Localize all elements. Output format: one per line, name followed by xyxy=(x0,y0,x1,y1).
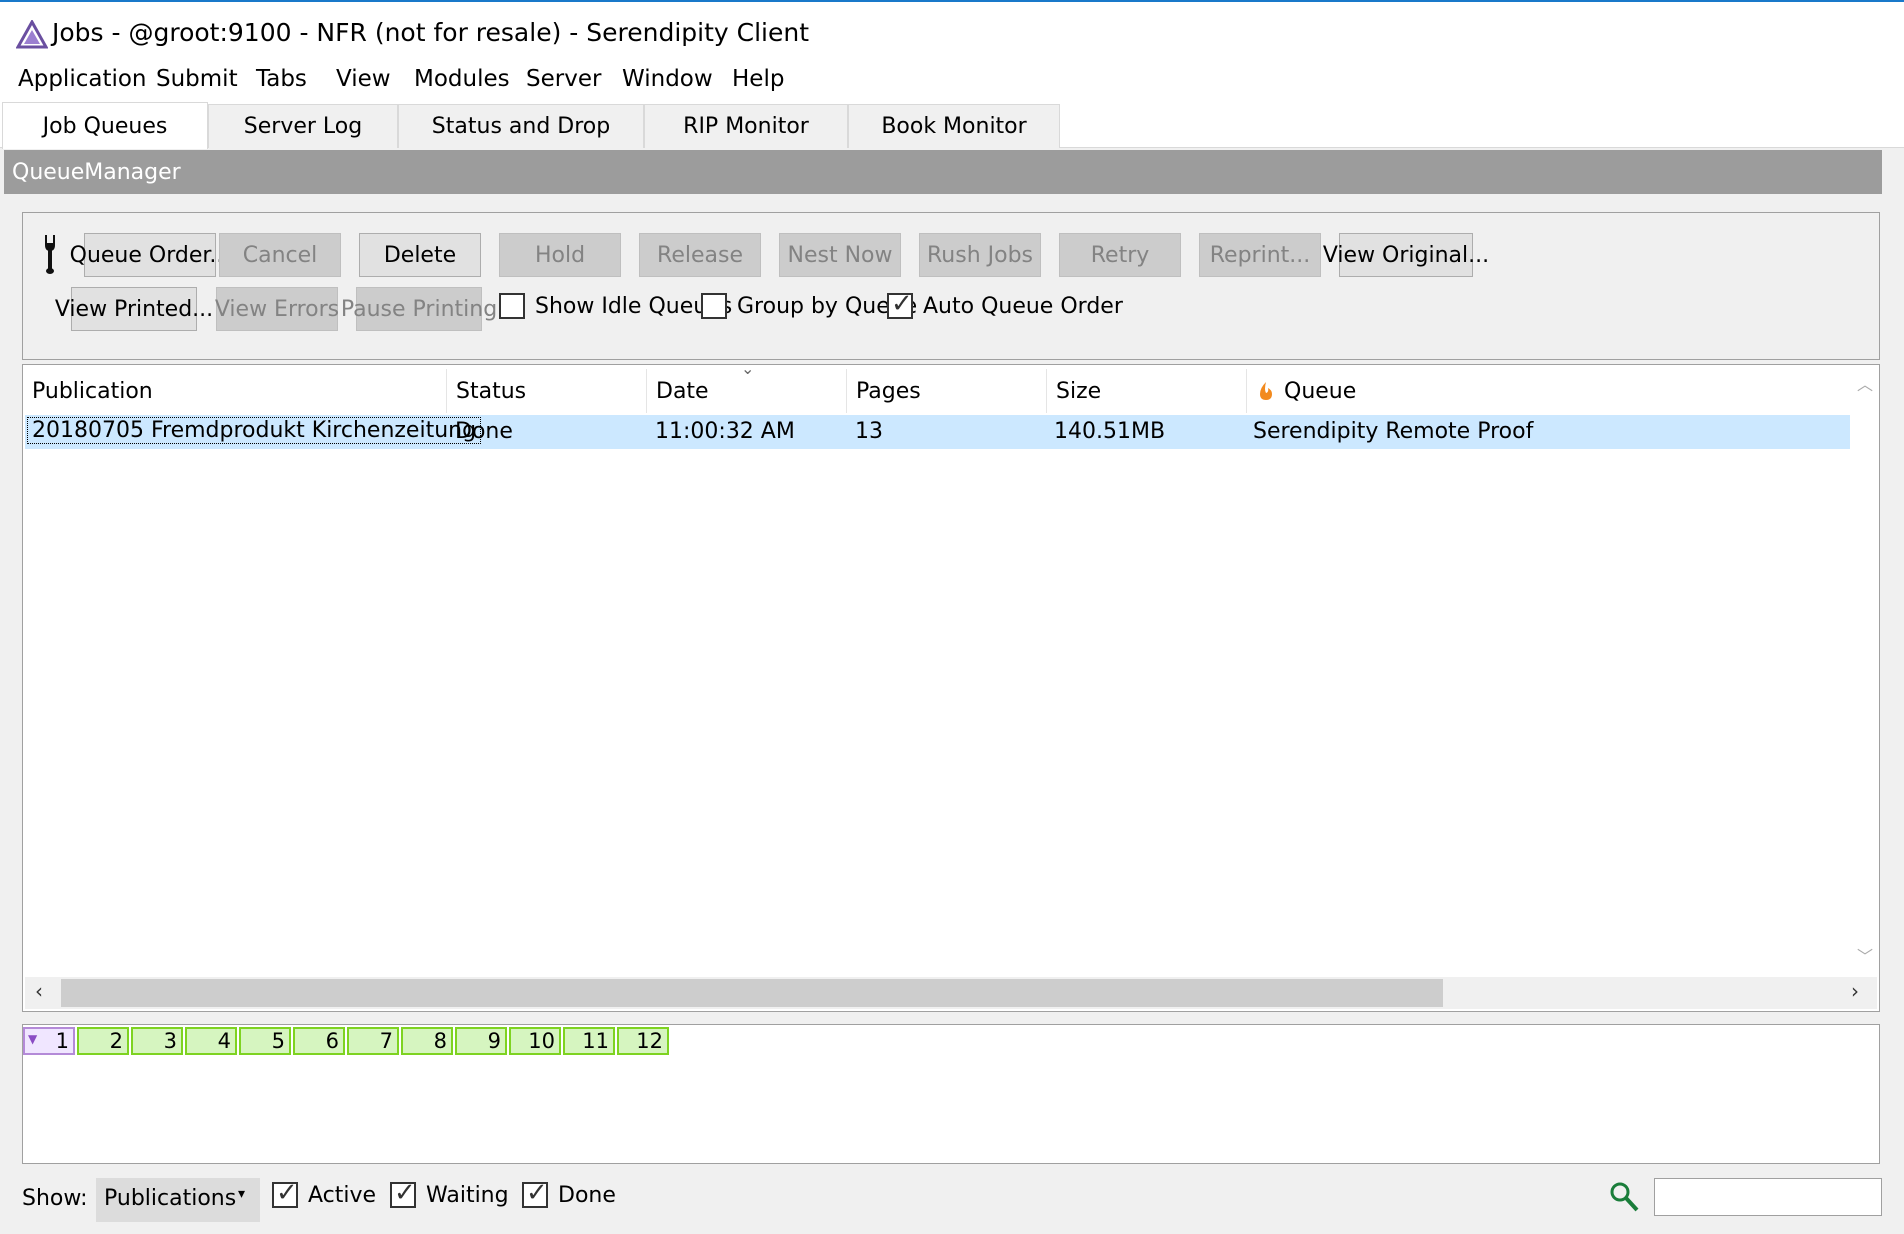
horizontal-scrollbar[interactable]: ‹ › xyxy=(25,977,1877,1009)
date-header-label: Date xyxy=(656,379,709,404)
vertical-scrollbar[interactable]: ︿ ﹀ xyxy=(1851,369,1877,969)
menu-tabs[interactable]: Tabs xyxy=(256,66,307,92)
show-select[interactable]: Publications ▾ xyxy=(96,1178,260,1222)
scroll-down-icon[interactable]: ﹀ xyxy=(1857,943,1873,967)
release-button[interactable]: Release xyxy=(639,233,761,277)
menu-view[interactable]: View xyxy=(336,66,391,92)
filter-active-label: Active xyxy=(308,1182,377,1208)
flame-icon xyxy=(1260,382,1272,400)
page-cell[interactable]: 3 xyxy=(131,1027,183,1055)
page-cell[interactable]: 2 xyxy=(77,1027,129,1055)
chevron-down-icon: ▾ xyxy=(238,1186,246,1202)
tab-bar: Job Queues Server Log Status and Drop RI… xyxy=(0,100,1904,149)
cancel-button[interactable]: Cancel xyxy=(219,233,341,277)
auto-queue-order-checkbox[interactable]: Auto Queue Order xyxy=(887,289,1123,319)
menu-modules[interactable]: Modules xyxy=(414,66,510,92)
filter-done-checkbox[interactable]: Done xyxy=(522,1178,616,1208)
column-header-pages[interactable]: Pages xyxy=(847,369,1047,413)
scroll-right-icon[interactable]: › xyxy=(1851,979,1859,1003)
filter-done-label: Done xyxy=(558,1182,616,1208)
page-cell[interactable]: 11 xyxy=(563,1027,615,1055)
sort-descending-icon: ⌄ xyxy=(741,359,755,378)
filter-active-checkbox[interactable]: Active xyxy=(272,1178,377,1208)
page-cell[interactable]: ▼ 1 xyxy=(23,1027,75,1055)
window-title: Jobs - @groot:9100 - NFR (not for resale… xyxy=(52,18,809,47)
column-header-size[interactable]: Size xyxy=(1047,369,1247,413)
pause-printing-button[interactable]: Pause Printing xyxy=(341,287,497,331)
auto-queue-order-label: Auto Queue Order xyxy=(923,293,1123,319)
wrench-icon[interactable] xyxy=(41,235,59,275)
view-printed-button[interactable]: View Printed... xyxy=(55,287,213,331)
show-label: Show: xyxy=(22,1186,88,1211)
title-bar: Jobs - @groot:9100 - NFR (not for resale… xyxy=(0,0,1904,62)
queue-header-label: Queue xyxy=(1284,379,1357,404)
page-cell[interactable]: 9 xyxy=(455,1027,507,1055)
jobs-table: Publication Status Date ⌄ Pages Size Que… xyxy=(22,359,1880,1012)
delete-button[interactable]: Delete xyxy=(359,233,481,277)
rush-jobs-button[interactable]: Rush Jobs xyxy=(919,233,1041,277)
serendipity-logo-icon xyxy=(16,20,48,49)
dropdown-triangle-icon: ▼ xyxy=(28,1032,38,1046)
page-strip: ▼ 1 2 3 4 5 6 7 8 9 10 11 12 xyxy=(22,1024,1880,1164)
page-cell[interactable]: 8 xyxy=(401,1027,453,1055)
filter-waiting-label: Waiting xyxy=(426,1182,509,1208)
page-cell[interactable]: 5 xyxy=(239,1027,291,1055)
status-bar: Show: Publications ▾ Active Waiting Done xyxy=(0,1172,1904,1234)
column-header-date[interactable]: Date ⌄ xyxy=(647,359,847,413)
checkbox-box-checked[interactable] xyxy=(390,1178,416,1208)
column-header-status[interactable]: Status xyxy=(447,369,647,413)
view-original-button[interactable]: View Original... xyxy=(1323,233,1489,277)
page-number: 1 xyxy=(55,1029,69,1053)
cell-date: 11:00:32 AM xyxy=(655,419,795,444)
scroll-up-icon[interactable]: ︿ xyxy=(1857,371,1873,395)
page-cell[interactable]: 4 xyxy=(185,1027,237,1055)
toolbar: Queue Order... Cancel Delete Hold Releas… xyxy=(22,212,1880,360)
tab-status-and-drop[interactable]: Status and Drop xyxy=(398,104,644,148)
menu-help[interactable]: Help xyxy=(732,66,784,92)
tab-job-queues[interactable]: Job Queues xyxy=(2,102,208,149)
menu-bar: Application Submit Tabs View Modules Ser… xyxy=(0,62,1904,102)
tab-rip-monitor[interactable]: RIP Monitor xyxy=(644,104,848,148)
horizontal-scroll-thumb[interactable] xyxy=(61,979,1443,1007)
cell-pages: 13 xyxy=(855,419,883,444)
menu-submit[interactable]: Submit xyxy=(156,66,238,92)
page-cell[interactable]: 7 xyxy=(347,1027,399,1055)
view-errors-button[interactable]: View Errors xyxy=(215,287,339,331)
table-row[interactable]: 20180705 Fremdprodukt Kirchenzeitung Don… xyxy=(25,415,1850,449)
page-cell[interactable]: 6 xyxy=(293,1027,345,1055)
menu-window[interactable]: Window xyxy=(622,66,713,92)
scroll-left-icon[interactable]: ‹ xyxy=(35,979,43,1003)
menu-application[interactable]: Application xyxy=(18,66,147,92)
menu-server[interactable]: Server xyxy=(526,66,601,92)
checkbox-box-checked[interactable] xyxy=(522,1178,548,1208)
cell-size: 140.51MB xyxy=(1054,419,1166,444)
retry-button[interactable]: Retry xyxy=(1059,233,1181,277)
column-header-publication[interactable]: Publication xyxy=(23,369,447,413)
reprint-button[interactable]: Reprint... xyxy=(1199,233,1321,277)
hold-button[interactable]: Hold xyxy=(499,233,621,277)
search-input[interactable] xyxy=(1654,1178,1882,1216)
filter-waiting-checkbox[interactable]: Waiting xyxy=(390,1178,509,1208)
queue-order-button[interactable]: Queue Order... xyxy=(70,233,230,277)
cell-status: Done xyxy=(455,419,513,444)
checkbox-box-checked[interactable] xyxy=(272,1178,298,1208)
checkbox-box-checked[interactable] xyxy=(887,289,913,319)
tab-book-monitor[interactable]: Book Monitor xyxy=(848,104,1060,148)
page-cell[interactable]: 10 xyxy=(509,1027,561,1055)
checkbox-box[interactable] xyxy=(499,293,525,319)
tab-server-log[interactable]: Server Log xyxy=(208,104,398,148)
column-header-queue[interactable]: Queue xyxy=(1247,369,1847,413)
show-select-value: Publications xyxy=(104,1186,237,1211)
cell-queue: Serendipity Remote Proof xyxy=(1253,419,1534,444)
page-cell[interactable]: 12 xyxy=(617,1027,669,1055)
panel-title: QueueManager xyxy=(4,150,1882,194)
group-by-queue-checkbox[interactable]: Group by Queue xyxy=(701,293,917,319)
search-icon[interactable] xyxy=(1608,1180,1640,1214)
cell-publication: 20180705 Fremdprodukt Kirchenzeitung xyxy=(27,417,482,444)
checkbox-box[interactable] xyxy=(701,293,727,319)
nest-now-button[interactable]: Nest Now xyxy=(779,233,901,277)
show-idle-queues-checkbox[interactable]: Show Idle Queues xyxy=(499,293,732,319)
